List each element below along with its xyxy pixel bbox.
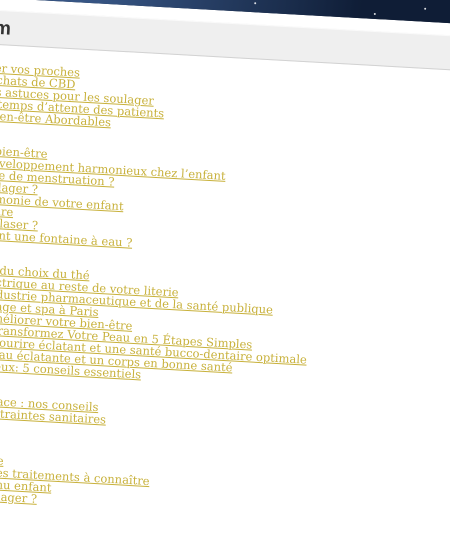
url-text: om: [0, 17, 12, 40]
link-list: ter vos proches achats de CBD es astuces…: [0, 61, 450, 529]
browser-screenshot: om ter vos proches achats de CBD es astu…: [0, 0, 450, 542]
